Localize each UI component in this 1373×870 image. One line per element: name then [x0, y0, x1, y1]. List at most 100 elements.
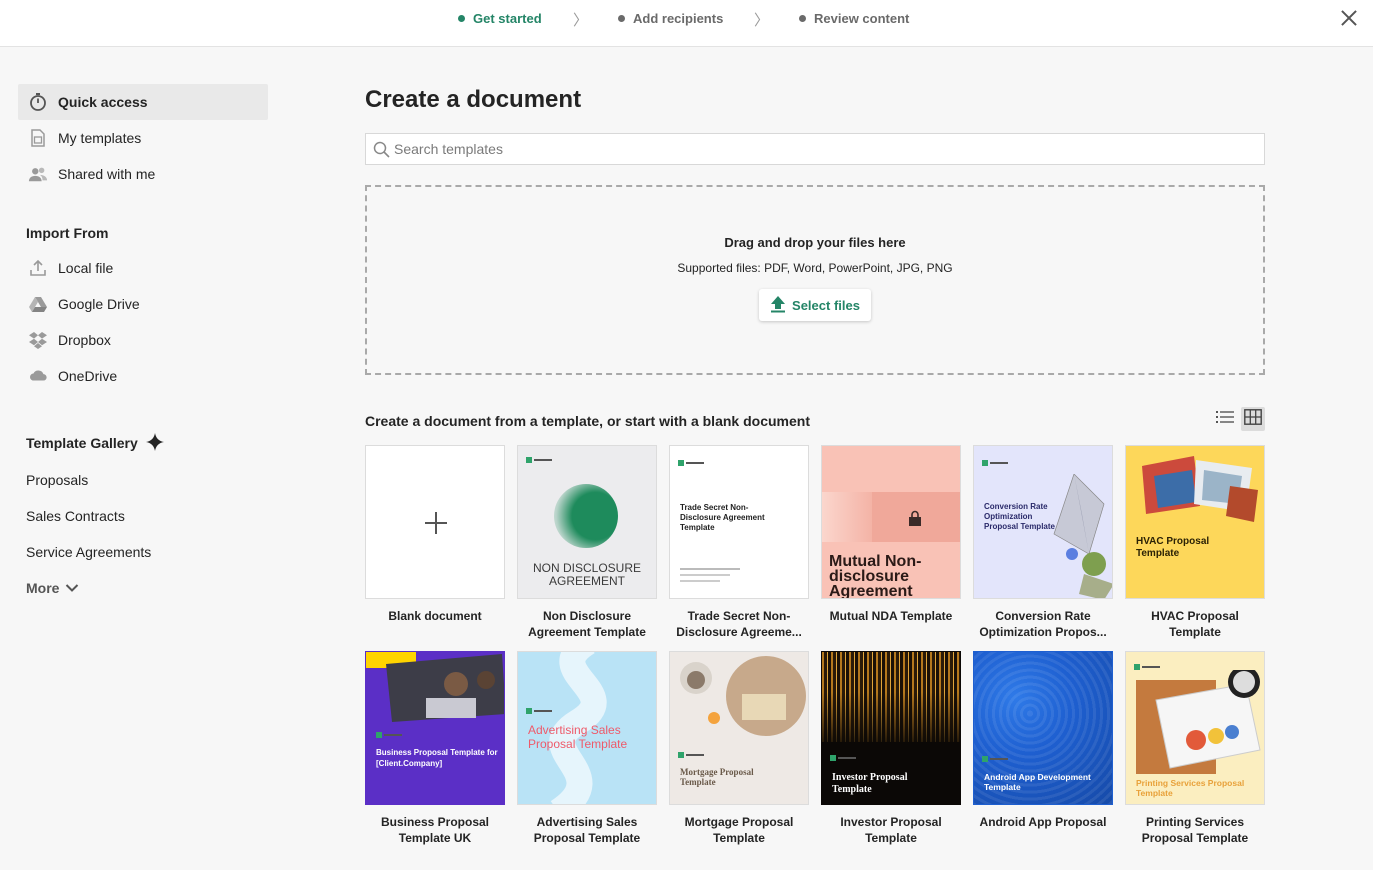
step-dot	[799, 15, 806, 22]
template-thumbnail: Mortgage Proposal Template	[669, 651, 809, 805]
template-caption: Conversion Rate Optimization Propos...	[979, 609, 1107, 639]
template-card-printing[interactable]: Printing Services Proposal Template Prin…	[1125, 651, 1265, 857]
main-content: Create a document Drag and drop your fil…	[365, 84, 1265, 857]
view-toggles	[1213, 407, 1265, 431]
onedrive-icon	[28, 366, 48, 386]
upload-icon	[28, 258, 48, 278]
template-thumbnail: Mutual Non-disclosure Agreement	[821, 445, 961, 599]
close-icon[interactable]	[1337, 6, 1361, 30]
template-card-mortgage[interactable]: Mortgage Proposal Template Mortgage Prop…	[669, 651, 809, 857]
sidebar-item-label: OneDrive	[58, 368, 118, 384]
gallery-item-service-agreements[interactable]: Service Agreements	[18, 534, 268, 570]
template-caption: Investor Proposal Template	[840, 815, 942, 845]
sidebar-item-onedrive[interactable]: OneDrive	[18, 358, 268, 394]
sidebar-item-shared-with-me[interactable]: Shared with me	[18, 156, 268, 192]
template-caption: Printing Services Proposal Template	[1141, 815, 1249, 845]
thumb-title: NON DISCLOSURE AGREEMENT	[532, 561, 642, 588]
search-box	[365, 133, 1265, 165]
template-caption: Mortgage Proposal Template	[684, 815, 794, 845]
brand-logo	[526, 457, 558, 463]
template-thumbnail	[365, 445, 505, 599]
template-card-nda[interactable]: NON DISCLOSURE AGREEMENT Non Disclosure …	[517, 445, 657, 651]
template-card-android[interactable]: Android App Development Template Android…	[973, 651, 1113, 857]
green-circle-graphic	[554, 484, 618, 548]
step-review-content[interactable]: Review content	[799, 11, 909, 26]
template-thumbnail: HVAC Proposal Template	[1125, 445, 1265, 599]
template-card-advertising[interactable]: Advertising Sales Proposal Template Adve…	[517, 651, 657, 857]
sidebar-item-local-file[interactable]: Local file	[18, 250, 268, 286]
dropzone-subtitle: Supported files: PDF, Word, PowerPoint, …	[677, 261, 953, 275]
page-title: Create a document	[365, 86, 582, 113]
sidebar: Quick access My templates Shared with me…	[18, 84, 268, 606]
step-get-started[interactable]: Get started	[458, 11, 542, 26]
template-thumbnail: Advertising Sales Proposal Template	[517, 651, 657, 805]
template-card-investor[interactable]: Investor Proposal Template Investor Prop…	[821, 651, 961, 857]
template-card-blank[interactable]: Blank document	[365, 445, 505, 651]
grid-icon	[1244, 408, 1262, 430]
search-input[interactable]	[366, 134, 1264, 164]
step-dot	[458, 15, 465, 22]
list-view-button[interactable]	[1213, 407, 1237, 431]
grid-view-button[interactable]	[1241, 407, 1265, 431]
template-caption: Android App Proposal	[979, 815, 1107, 829]
brand-logo	[982, 460, 1014, 466]
brand-logo	[982, 756, 1014, 762]
text-line	[680, 580, 720, 582]
templates-label: Create a document from a template, or st…	[365, 413, 810, 429]
sidebar-item-quick-access[interactable]: Quick access	[18, 84, 268, 120]
sidebar-item-google-drive[interactable]: Google Drive	[18, 286, 268, 322]
template-card-mutual-nda[interactable]: Mutual Non-disclosure Agreement Mutual N…	[821, 445, 961, 651]
sidebar-item-my-templates[interactable]: My templates	[18, 120, 268, 156]
thumb-title: Printing Services Proposal Template	[1136, 778, 1245, 798]
step-label: Add recipients	[633, 11, 724, 26]
list-icon	[1216, 409, 1234, 430]
gallery-item-proposals[interactable]: Proposals	[18, 462, 268, 498]
template-thumbnail: Trade Secret Non-Disclosure Agreement Te…	[669, 445, 809, 599]
thumb-title: Trade Secret Non-Disclosure Agreement Te…	[680, 503, 765, 532]
interior-photo-graphic	[680, 656, 806, 736]
sidebar-item-label: Quick access	[58, 94, 148, 110]
lock-icon	[909, 510, 921, 526]
google-drive-icon	[28, 294, 48, 314]
more-button[interactable]: More	[18, 570, 268, 606]
template-card-conversion-rate[interactable]: Conversion Rate Optimization Proposal Te…	[973, 445, 1113, 651]
gallery-item-sales-contracts[interactable]: Sales Contracts	[18, 498, 268, 534]
sparkle-icon	[145, 432, 164, 454]
template-thumbnail: Investor Proposal Template	[821, 651, 961, 805]
stepper: Get started 〉 Add recipients 〉 Review co…	[0, 0, 1373, 36]
template-caption: Blank document	[388, 609, 482, 623]
upload-arrow-icon	[770, 295, 786, 316]
step-add-recipients[interactable]: Add recipients	[618, 11, 723, 26]
sidebar-item-label: Dropbox	[58, 332, 111, 348]
dropzone-title: Drag and drop your files here	[724, 235, 906, 250]
chevron-right-icon: 〉	[573, 12, 589, 29]
template-gallery-heading: Template Gallery	[18, 426, 268, 460]
sidebar-item-label: Shared with me	[58, 166, 156, 182]
search-icon	[373, 141, 390, 158]
select-files-button[interactable]: Select files	[759, 289, 871, 321]
printing-photo-graphic	[1136, 670, 1261, 774]
step-dot	[618, 15, 625, 22]
thumb-title: HVAC Proposal Template	[1136, 536, 1210, 559]
text-line	[680, 574, 730, 576]
template-card-business-uk[interactable]: Business Proposal Template for [Client.C…	[365, 651, 505, 857]
brand-logo	[830, 755, 862, 761]
template-card-hvac[interactable]: HVAC Proposal Template HVAC Proposal Tem…	[1125, 445, 1265, 651]
file-dropzone[interactable]: Drag and drop your files here Supported …	[365, 185, 1265, 375]
fade-overlay	[822, 692, 960, 752]
template-thumbnail: NON DISCLOSURE AGREEMENT	[517, 445, 657, 599]
sidebar-item-dropbox[interactable]: Dropbox	[18, 322, 268, 358]
thumb-title: Advertising Sales Proposal Template	[528, 723, 628, 751]
step-label: Get started	[473, 11, 542, 26]
photo-collage-graphic	[1142, 456, 1258, 522]
brand-logo	[678, 460, 710, 466]
thumb-title: Investor Proposal Template	[832, 772, 908, 795]
thumb-title: Mortgage Proposal Template	[680, 767, 754, 787]
template-thumbnail: Conversion Rate Optimization Proposal Te…	[973, 445, 1113, 599]
template-caption: Non Disclosure Agreement Template	[528, 609, 646, 639]
photo-graphic	[386, 654, 504, 722]
templates-header: Create a document from a template, or st…	[365, 407, 1265, 431]
crystal-graphic	[1053, 474, 1112, 598]
template-caption: HVAC Proposal Template	[1151, 609, 1239, 639]
template-card-trade-secret[interactable]: Trade Secret Non-Disclosure Agreement Te…	[669, 445, 809, 651]
